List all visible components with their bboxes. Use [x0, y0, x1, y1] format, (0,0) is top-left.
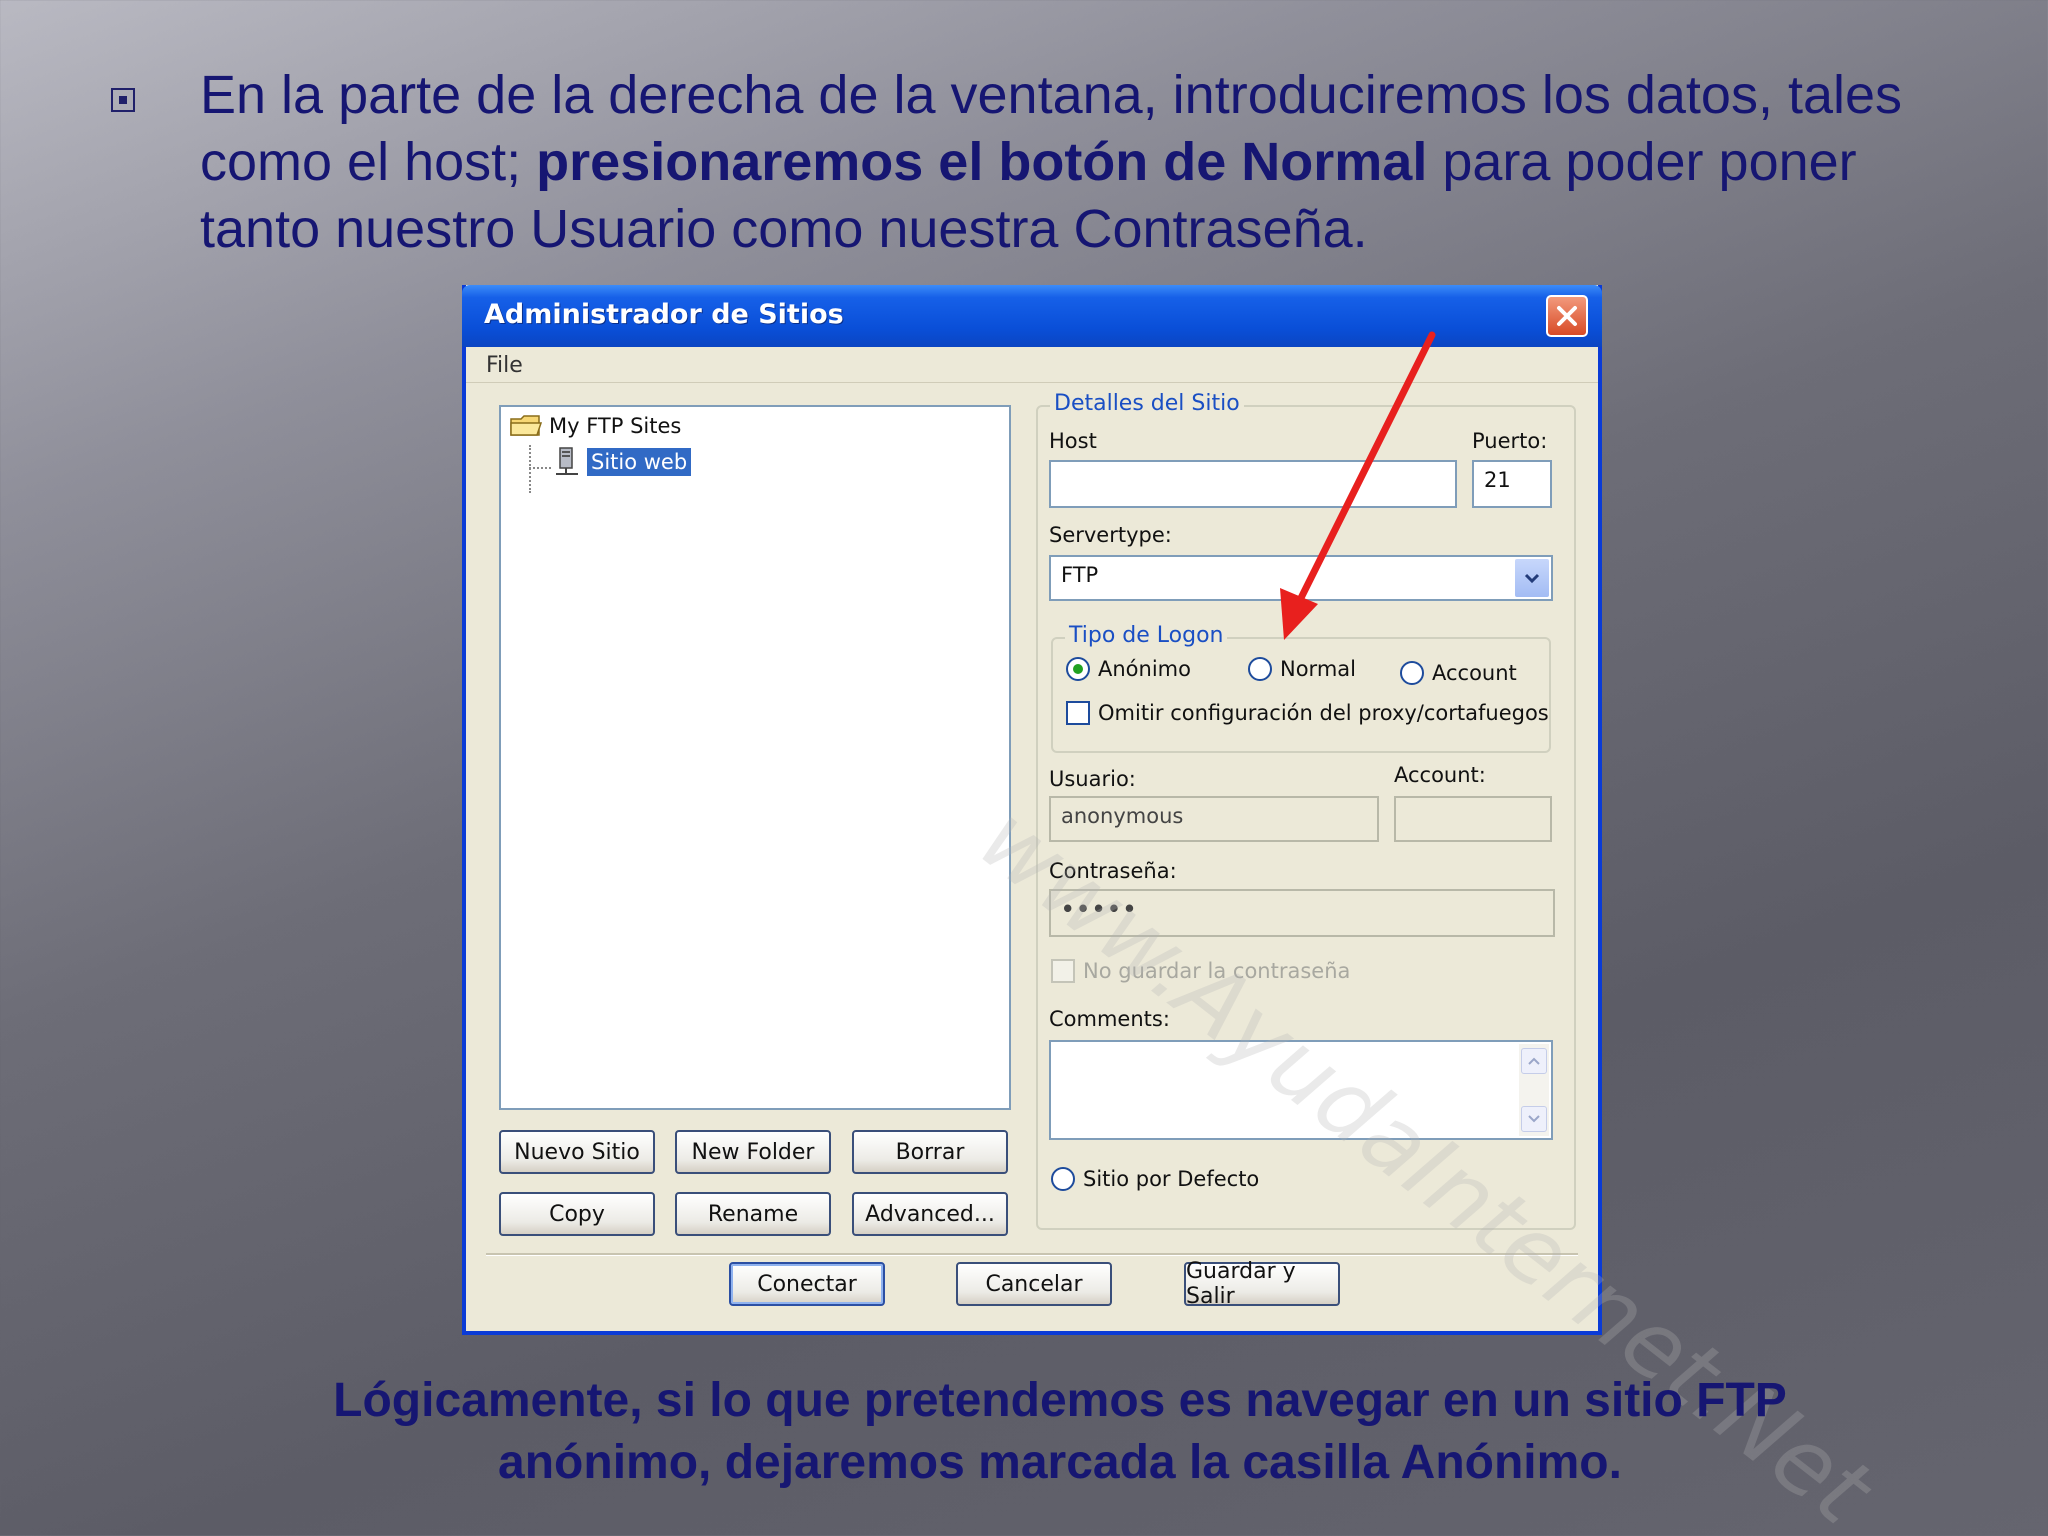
account-input[interactable]	[1394, 796, 1552, 842]
delete-button[interactable]: Borrar	[852, 1130, 1008, 1174]
new-site-button[interactable]: Nuevo Sitio	[499, 1130, 655, 1174]
connect-button[interactable]: Conectar	[729, 1262, 885, 1306]
advanced-button[interactable]: Advanced...	[852, 1192, 1008, 1236]
tree-root-label: My FTP Sites	[549, 414, 682, 438]
save-and-exit-button[interactable]: Guardar y Salir	[1184, 1259, 1340, 1309]
radio-anonymous-label: Anónimo	[1098, 657, 1191, 681]
password-input[interactable]: •••••	[1049, 889, 1555, 937]
site-manager-window: Administrador de Sitios File My FTP Site…	[462, 285, 1891, 1536]
cancel-button[interactable]: Cancelar	[956, 1262, 1112, 1306]
site-tree[interactable]: My FTP Sites Sitio web	[499, 405, 1011, 1110]
comments-scrollbar[interactable]	[1519, 1044, 1549, 1136]
radio-anonymous[interactable]	[1066, 657, 1090, 681]
title-bar[interactable]: Administrador de Sitios	[462, 285, 1602, 347]
server-icon	[556, 447, 578, 475]
radio-account[interactable]	[1400, 661, 1424, 685]
menu-file[interactable]: File	[486, 353, 523, 378]
bullet-text-bold: presionaremos el botón de Normal	[536, 132, 1428, 192]
scroll-up-button[interactable]	[1521, 1048, 1547, 1074]
default-site-label: Sitio por Defecto	[1083, 1167, 1260, 1191]
slide-bullet-text: En la parte de la derecha de la ventana,…	[200, 62, 1940, 263]
caption-line-2: anónimo, dejaremos marcada la casilla An…	[498, 1436, 1622, 1489]
servertype-select[interactable]: FTP	[1049, 555, 1553, 601]
bypass-proxy-label: Omitir configuración del proxy/cortafueg…	[1098, 701, 1549, 725]
bullet-icon	[111, 88, 135, 112]
site-details-title: Detalles del Sitio	[1050, 391, 1244, 416]
rename-button[interactable]: Rename	[675, 1192, 831, 1236]
radio-default-site[interactable]	[1051, 1167, 1075, 1191]
no-save-password-checkbox[interactable]	[1051, 959, 1075, 983]
new-folder-button[interactable]: New Folder	[675, 1130, 831, 1174]
host-label: Host	[1049, 429, 1097, 453]
dropdown-button[interactable]	[1515, 559, 1549, 597]
comments-label: Comments:	[1049, 1007, 1170, 1031]
user-input[interactable]: anonymous	[1049, 796, 1379, 842]
port-input[interactable]: 21	[1472, 460, 1552, 508]
host-input[interactable]	[1049, 460, 1457, 508]
servertype-label: Servertype:	[1049, 523, 1172, 547]
no-save-password-label: No guardar la contraseña	[1083, 959, 1351, 983]
chevron-down-icon	[1524, 573, 1540, 584]
copy-button[interactable]: Copy	[499, 1192, 655, 1236]
radio-account-label: Account	[1432, 661, 1517, 685]
caption-line-1: Lógicamente, si lo que pretendemos es na…	[333, 1374, 1787, 1427]
folder-icon	[510, 415, 543, 436]
comments-textarea[interactable]	[1049, 1040, 1553, 1140]
logon-type-title: Tipo de Logon	[1065, 623, 1228, 648]
logon-type-group: Tipo de Logon	[1051, 623, 1551, 753]
scroll-down-button[interactable]	[1521, 1106, 1547, 1132]
radio-normal-label: Normal	[1280, 657, 1356, 681]
radio-normal[interactable]	[1248, 657, 1272, 681]
chevron-down-icon	[1528, 1115, 1540, 1123]
tree-site-label: Sitio web	[587, 448, 692, 476]
password-label: Contraseña:	[1049, 859, 1177, 883]
tree-node-site[interactable]: Sitio web	[553, 447, 692, 477]
divider	[486, 1253, 1578, 1256]
account-label: Account:	[1394, 763, 1486, 787]
bypass-proxy-checkbox[interactable]	[1066, 701, 1090, 725]
window-title: Administrador de Sitios	[484, 299, 844, 330]
user-label: Usuario:	[1049, 767, 1136, 791]
chevron-up-icon	[1528, 1057, 1540, 1065]
servertype-value: FTP	[1061, 563, 1099, 587]
close-button[interactable]	[1546, 295, 1588, 337]
close-icon	[1557, 306, 1577, 326]
menu-bar: File	[466, 347, 1598, 383]
slide-caption: Lógicamente, si lo que pretendemos es na…	[200, 1370, 1920, 1494]
port-label: Puerto:	[1472, 429, 1548, 453]
tree-node-root[interactable]: My FTP Sites	[509, 413, 681, 439]
